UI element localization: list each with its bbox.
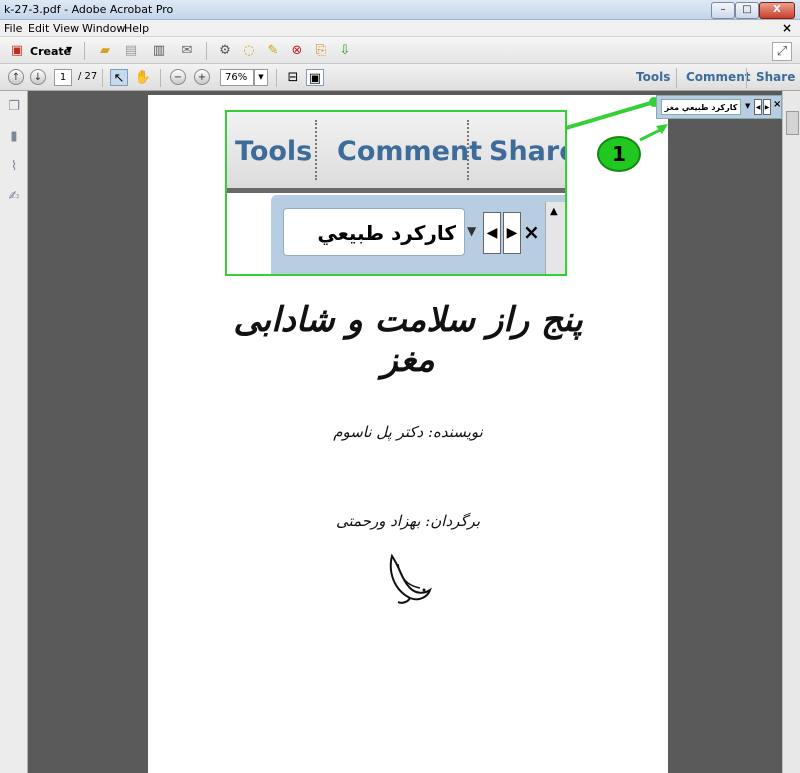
zoom-dropdown-icon[interactable]: ▼ — [254, 69, 268, 86]
toolbar-divider — [102, 69, 103, 87]
zoomed-scroll-up-icon: ▲ — [550, 206, 558, 217]
zoomed-divider — [315, 120, 317, 180]
page-thumbnails-icon[interactable]: ❐ — [6, 99, 22, 115]
main-toolbar: ▣ Create ▼ ▰ ▤ ▥ ✉ ⚙ ◌ ✎ ⊗ ⎘ ⇩ ⤢ — [0, 37, 800, 64]
callout-number-badge: 1 — [597, 136, 641, 172]
window-title: k-27-3.pdf - Adobe Acrobat Pro — [4, 3, 174, 16]
menu-view[interactable]: View — [53, 22, 79, 35]
find-previous-icon[interactable]: ◀ — [754, 99, 762, 115]
menu-help[interactable]: Help — [124, 22, 149, 35]
vertical-scrollbar[interactable] — [782, 91, 800, 773]
expand-icon[interactable]: ⤢ — [772, 42, 792, 61]
extract-page-icon[interactable]: ⎘ — [312, 42, 330, 59]
minimize-button[interactable]: – — [711, 2, 735, 19]
find-close-icon[interactable]: × — [773, 99, 781, 110]
toolbar-divider — [84, 42, 85, 60]
window-title-bar[interactable]: k-27-3.pdf - Adobe Acrobat Pro – □ X — [0, 0, 800, 20]
menu-window[interactable]: Window — [82, 22, 125, 35]
zoomed-scrollbar: ▲ — [545, 202, 565, 274]
zoomed-share-link: Share — [489, 136, 565, 167]
navigation-toolbar: ↑ ↓ 1 / 27 ↖ ✋ − + 76% ▼ ⊟ ▣ Tools Comme… — [0, 64, 800, 91]
delete-page-icon[interactable]: ⊗ — [288, 42, 306, 59]
zoom-level-input[interactable]: 76% — [220, 69, 254, 86]
document-title: پنج راز سلامت و شادابی مغز — [233, 300, 583, 380]
comment-pane-link[interactable]: Comment — [686, 70, 750, 84]
select-tool-icon[interactable]: ↖ — [110, 69, 128, 86]
attachments-icon[interactable]: ⌇ — [6, 159, 22, 175]
maximize-button[interactable]: □ — [735, 2, 759, 19]
create-dropdown-icon[interactable]: ▼ — [66, 45, 72, 54]
find-next-icon[interactable]: ▶ — [763, 99, 771, 115]
toolbar-divider — [160, 69, 161, 87]
pane-divider — [746, 68, 747, 88]
close-document-icon[interactable]: × — [782, 21, 792, 35]
zoom-in-icon[interactable]: + — [194, 69, 210, 85]
share-pane-link[interactable]: Share — [756, 70, 795, 84]
page-number-input[interactable]: 1 — [54, 69, 72, 86]
toolbar-divider — [276, 69, 277, 87]
hand-tool-icon[interactable]: ✋ — [134, 69, 152, 86]
zoomed-divider-bar — [227, 188, 565, 193]
find-options-dropdown-icon[interactable]: ▼ — [745, 102, 750, 110]
full-screen-icon[interactable]: ▣ — [306, 69, 324, 86]
send-for-review-icon[interactable]: ⇩ — [336, 42, 354, 59]
publisher-logo — [389, 553, 432, 604]
find-panel: كاركرد طبيعي مغز ▼ ◀ ▶ × — [656, 95, 782, 119]
toolbar-divider — [206, 42, 207, 60]
zoomed-close-icon: × — [523, 220, 540, 244]
document-translator: برگردان: بهزاد ورحمتی — [336, 512, 480, 530]
zoom-out-icon[interactable]: − — [170, 69, 186, 85]
menu-file[interactable]: File — [4, 22, 22, 35]
navigation-pane: ❐ ▮ ⌇ ✍ — [0, 91, 28, 773]
zoomed-divider — [467, 120, 469, 180]
menu-edit[interactable]: Edit — [28, 22, 49, 35]
zoomed-prev-icon: ◀ — [483, 212, 501, 254]
tools-pane-link[interactable]: Tools — [636, 70, 670, 84]
bookmarks-icon[interactable]: ▮ — [6, 129, 22, 145]
zoomed-comment-link: Comment — [337, 136, 483, 167]
zoomed-dropdown-icon: ▼ — [467, 224, 477, 238]
settings-gear-icon[interactable]: ⚙ — [216, 42, 234, 59]
zoomed-search-field: كاركرد طبيعي مغز — [283, 208, 465, 274]
comment-bubble-icon[interactable]: ◌ — [240, 42, 258, 59]
zoomed-tools-link: Tools — [235, 136, 313, 167]
fit-width-icon[interactable]: ⊟ — [284, 69, 302, 86]
scroll-thumb[interactable] — [786, 111, 799, 135]
zoomed-callout: Tools Comment Share كاركرد طبيعي مغز ▼ ◀… — [225, 110, 567, 276]
highlight-icon[interactable]: ✎ — [264, 42, 282, 59]
signatures-icon[interactable]: ✍ — [6, 189, 22, 205]
save-icon[interactable]: ▤ — [122, 42, 140, 59]
find-input[interactable]: كاركرد طبيعي مغز — [661, 99, 741, 115]
create-pdf-icon[interactable]: ▣ — [8, 42, 26, 59]
document-author: نویسنده: دکتر پل ناسوم — [333, 423, 483, 441]
menu-bar: File Edit View Window Help × — [0, 20, 800, 37]
page-total: / 27 — [78, 71, 98, 82]
pane-divider — [676, 68, 677, 88]
previous-page-icon[interactable]: ↑ — [8, 69, 24, 85]
close-window-button[interactable]: X — [759, 2, 795, 19]
next-page-icon[interactable]: ↓ — [30, 69, 46, 85]
print-icon[interactable]: ▥ — [150, 42, 168, 59]
email-icon[interactable]: ✉ — [178, 42, 196, 59]
open-folder-icon[interactable]: ▰ — [96, 42, 114, 59]
zoomed-next-icon: ▶ — [503, 212, 521, 254]
create-button[interactable]: Create — [30, 45, 71, 58]
